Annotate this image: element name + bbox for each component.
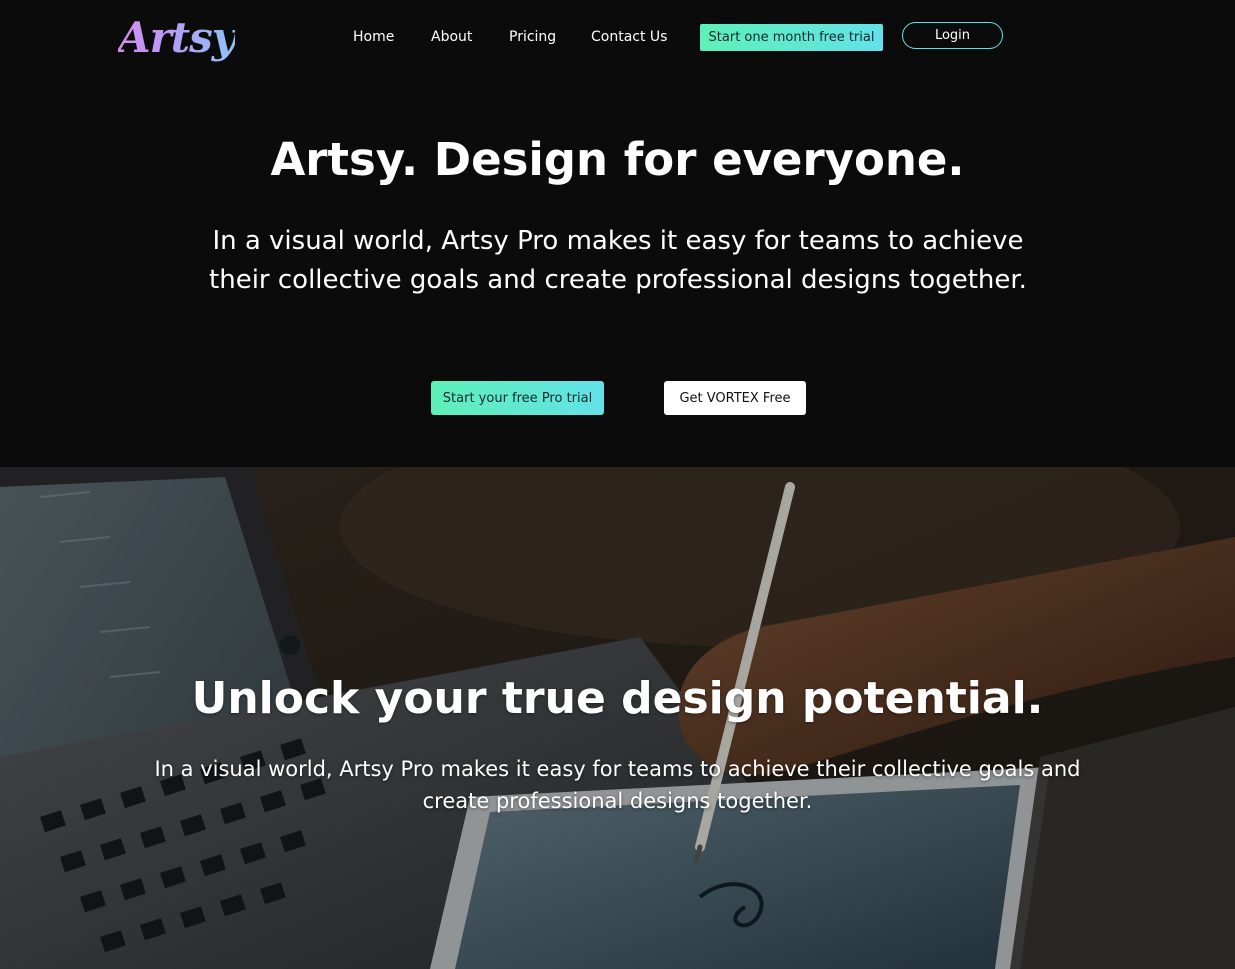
start-pro-trial-button[interactable]: Start your free Pro trial bbox=[431, 381, 604, 415]
login-button[interactable]: Login bbox=[902, 22, 1003, 49]
nav-link-home[interactable]: Home bbox=[353, 26, 394, 48]
feature-title: Unlock your true design potential. bbox=[191, 673, 1044, 724]
nav-link-pricing[interactable]: Pricing bbox=[509, 26, 556, 48]
nav-link-contact-us[interactable]: Contact Us bbox=[591, 26, 667, 48]
start-trial-button[interactable]: Start one month free trial bbox=[700, 24, 883, 51]
nav-links: Home About Pricing Contact Us bbox=[0, 26, 1235, 50]
nav-link-about[interactable]: About bbox=[431, 26, 472, 48]
feature-subtitle: In a visual world, Artsy Pro makes it ea… bbox=[154, 757, 1081, 813]
navbar: Artsy Home About Pricing Contact Us Star… bbox=[0, 0, 1235, 80]
hero-title: Artsy. Design for everyone. bbox=[270, 133, 965, 186]
get-vortex-free-button[interactable]: Get VORTEX Free bbox=[664, 381, 806, 415]
hero-section: Artsy. Design for everyone. In a visual … bbox=[0, 80, 1235, 467]
feature-section: Unlock your true design potential. In a … bbox=[0, 467, 1235, 969]
hero-subtitle: In a visual world, Artsy Pro makes it ea… bbox=[209, 226, 1027, 295]
